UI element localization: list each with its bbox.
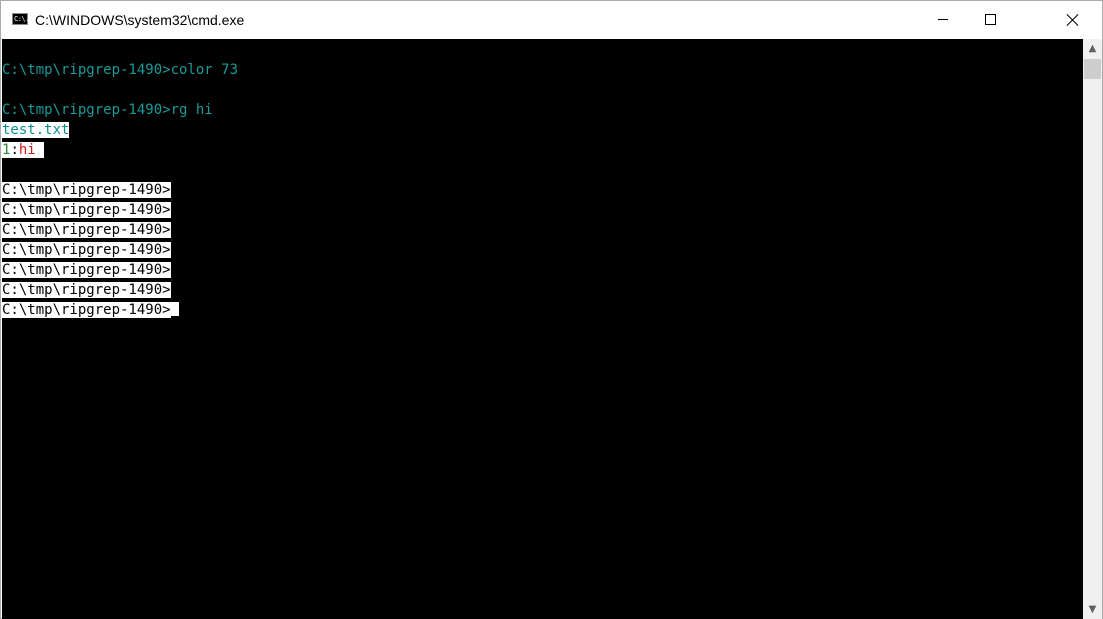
maximize-icon xyxy=(984,14,996,25)
console-line-prompt: C:\tmp\ripgrep-1490> xyxy=(2,180,171,200)
minimize-button[interactable] xyxy=(920,1,966,38)
match-filename: test.txt xyxy=(2,122,70,138)
console-line-prompt: C:\tmp\ripgrep-1490> xyxy=(2,220,171,240)
text-cursor xyxy=(170,302,179,318)
cmd-icon[interactable]: C:\. xyxy=(12,13,29,25)
prompt-text: C:\tmp\ripgrep-1490> xyxy=(2,262,171,278)
scrollbar-thumb[interactable] xyxy=(1084,59,1101,79)
title-bar[interactable]: C:\. C:\WINDOWS\system32\cmd.exe xyxy=(1,1,1102,38)
match-text: hi xyxy=(18,142,36,158)
prompt-text: C:\tmp\ripgrep-1490> xyxy=(2,302,171,318)
prompt-text: C:\tmp\ripgrep-1490> xyxy=(2,222,171,238)
console-line-prompt: C:\tmp\ripgrep-1490> xyxy=(2,260,171,280)
scroll-up-arrow-icon[interactable]: ▲ xyxy=(1083,39,1102,58)
console-line-prompt: C:\tmp\ripgrep-1490> xyxy=(2,200,171,220)
prompt-text: C:\tmp\ripgrep-1490> xyxy=(2,282,171,298)
prompt-text: C:\tmp\ripgrep-1490> xyxy=(2,202,171,218)
console-line-prompt: C:\tmp\ripgrep-1490> xyxy=(2,280,171,300)
console-line-active-prompt[interactable]: C:\tmp\ripgrep-1490> xyxy=(2,300,179,320)
prompt-text: C:\tmp\ripgrep-1490> xyxy=(2,242,171,258)
maximize-button[interactable] xyxy=(967,1,1013,38)
scroll-down-arrow-icon[interactable]: ▼ xyxy=(1083,600,1102,619)
vertical-scrollbar[interactable]: ▲ ▼ xyxy=(1083,39,1102,619)
console-line-filename: test.txt xyxy=(2,120,70,140)
console-line-prompt: C:\tmp\ripgrep-1490> xyxy=(2,240,171,260)
console-output[interactable]: C:\tmp\ripgrep-1490>color 73 C:\tmp\ripg… xyxy=(2,39,1083,619)
cmd-icon-glyph: C:\. xyxy=(14,15,29,23)
prompt-text: C:\tmp\ripgrep-1490> xyxy=(2,182,171,198)
close-icon xyxy=(1067,14,1079,26)
console-line-match: 1:hi xyxy=(2,140,45,160)
console-line-rg-command: C:\tmp\ripgrep-1490>rg hi xyxy=(2,102,213,118)
close-button[interactable] xyxy=(1050,1,1096,38)
match-separator: : xyxy=(10,142,19,158)
cmd-window: C:\. C:\WINDOWS\system32\cmd.exe C:\tmp\… xyxy=(0,0,1103,619)
window-title: C:\WINDOWS\system32\cmd.exe xyxy=(35,12,245,28)
minimize-icon xyxy=(938,19,948,20)
console-line-color-command: C:\tmp\ripgrep-1490>color 73 xyxy=(2,62,239,78)
